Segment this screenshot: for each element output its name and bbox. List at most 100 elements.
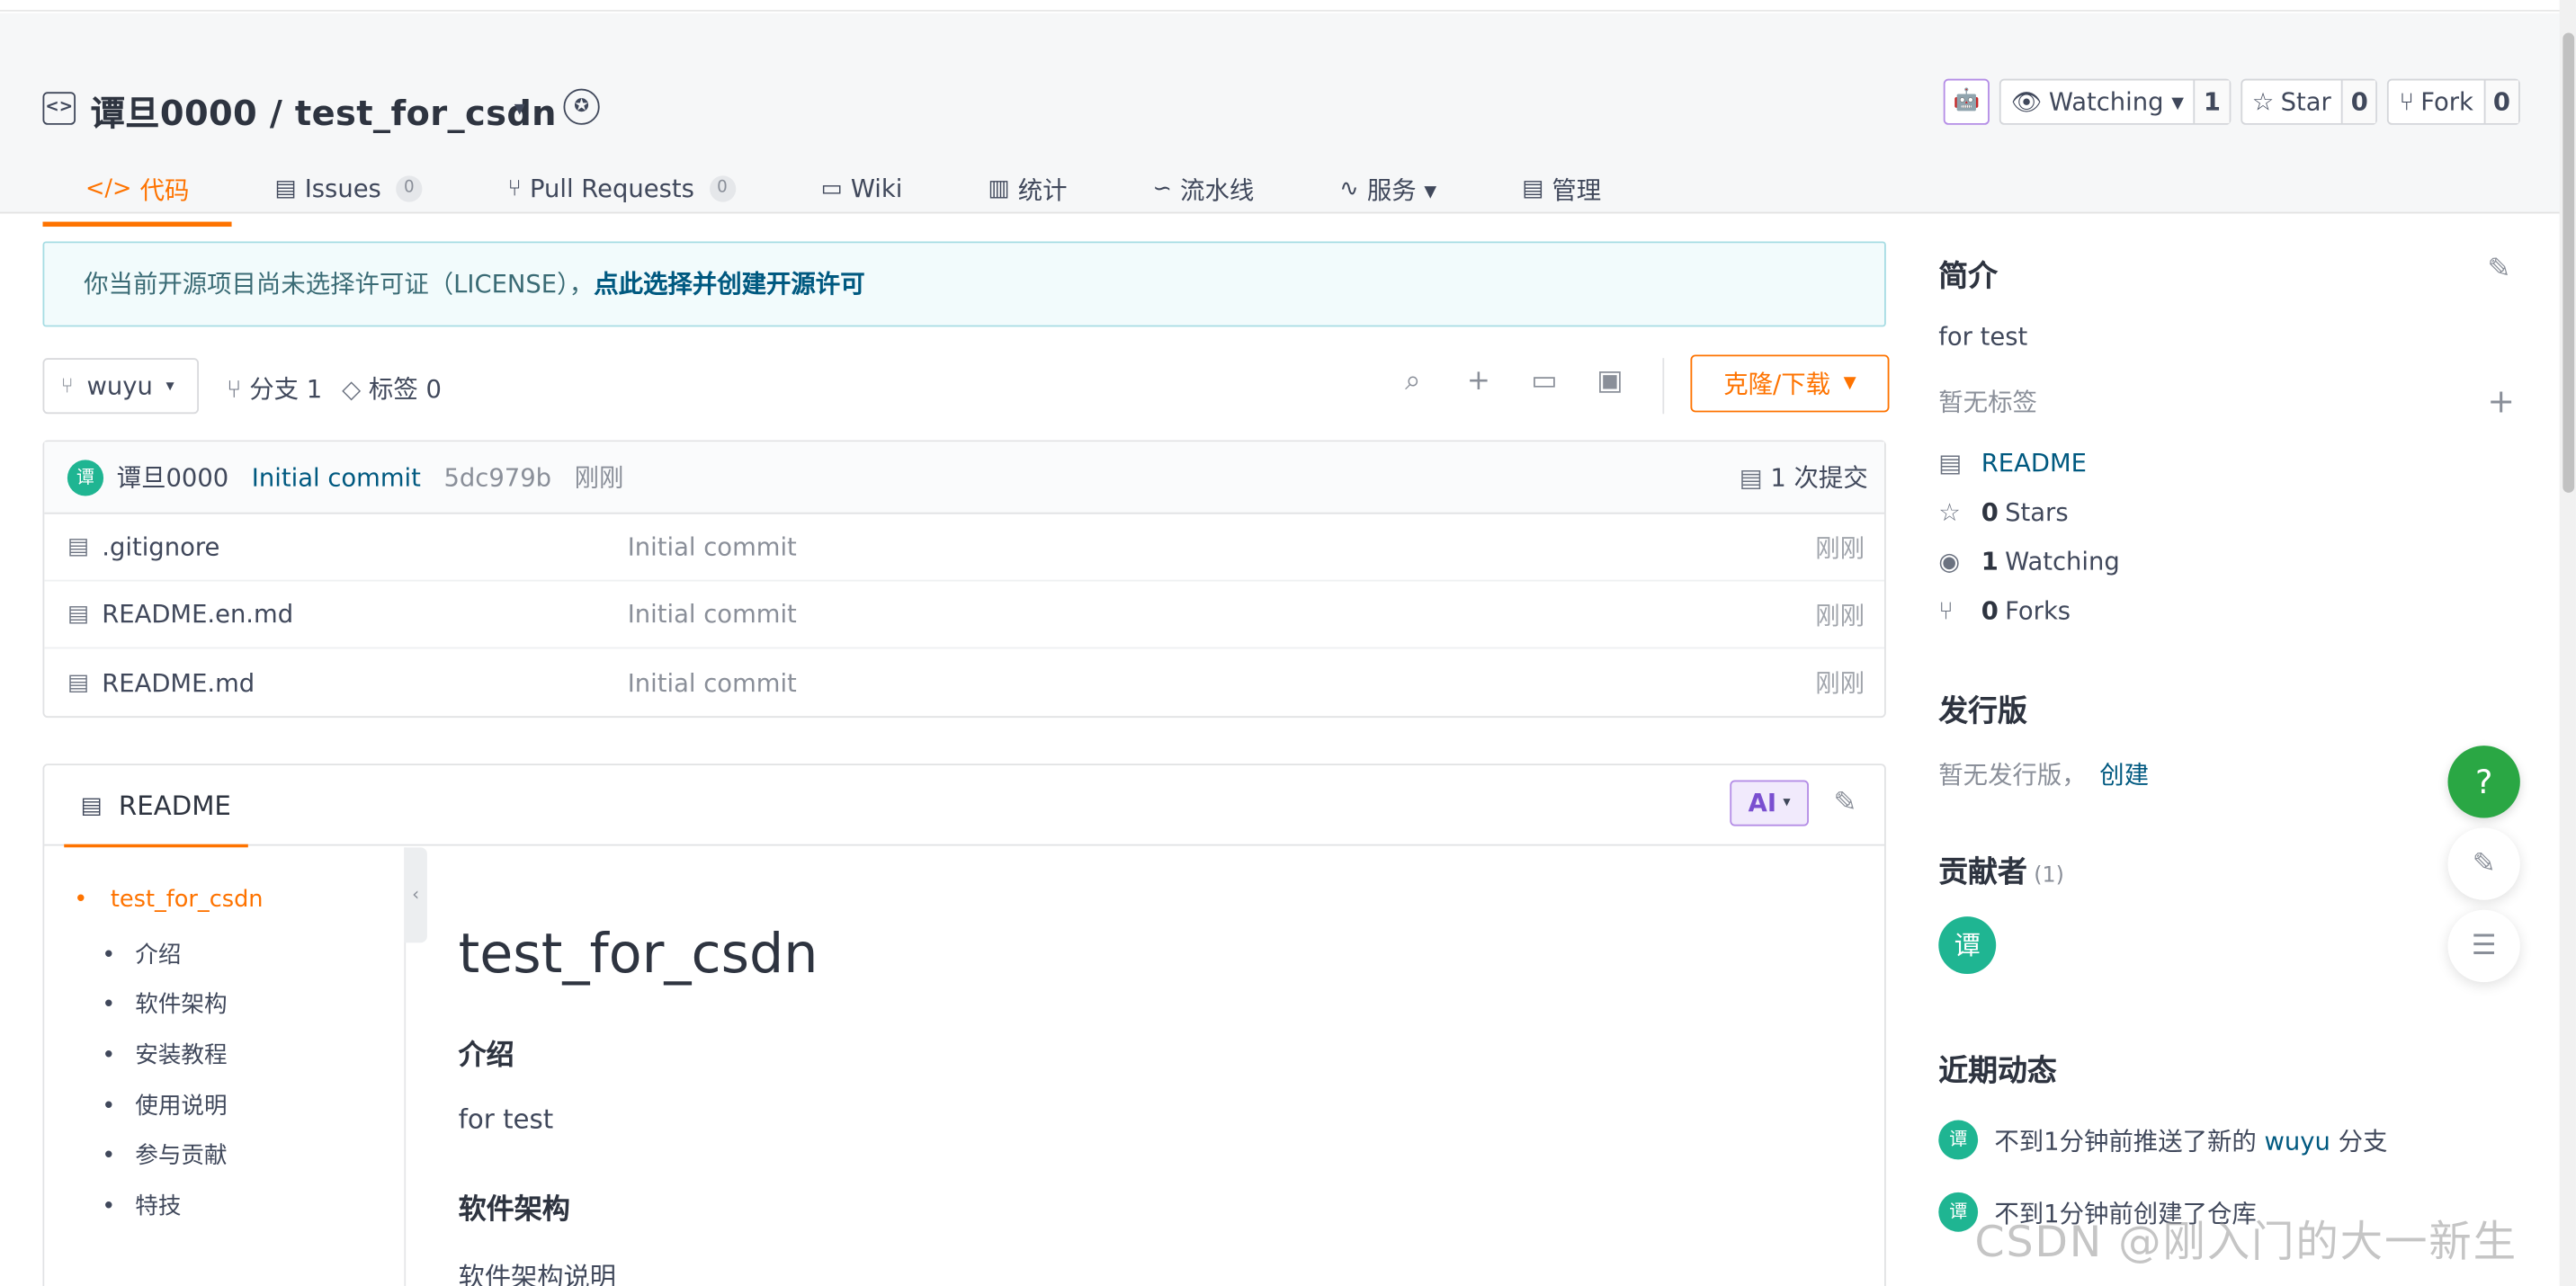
star-count[interactable]: 0 xyxy=(2340,80,2376,123)
branch-selector[interactable]: ⑂ wuyu ▾ xyxy=(42,358,200,415)
file-commit-message[interactable]: Initial commit xyxy=(628,532,797,562)
stars-row[interactable]: ☆ 0 Stars xyxy=(1938,497,2068,527)
toc-item[interactable]: 介绍 xyxy=(102,938,181,971)
tab-label: Issues xyxy=(304,174,381,204)
branch-link[interactable]: wuyu xyxy=(2265,1126,2330,1156)
intro-title: 简介 xyxy=(1938,259,1999,294)
commit-message[interactable]: Initial commit xyxy=(252,462,421,492)
readme-heading: test_for_csdn xyxy=(458,921,818,986)
readme-tab-label: README xyxy=(118,790,231,822)
caret-down-icon: ▼ xyxy=(1843,374,1856,393)
forks-label: Forks xyxy=(2005,595,2071,626)
clone-download-button[interactable]: 克隆/下载 ▼ xyxy=(1690,354,1890,413)
table-row[interactable]: ▤ .gitignore Initial commit 刚刚 xyxy=(44,514,1884,582)
monitor-icon[interactable]: ▭ xyxy=(1528,364,1561,397)
readme-link-row[interactable]: ▤ README xyxy=(1938,449,2087,478)
avatar[interactable]: 谭 xyxy=(1938,1120,1979,1160)
watch-button[interactable]: 👁 Watching ▾ 1 xyxy=(1999,78,2231,125)
watching-row[interactable]: ◉ 1 Watching xyxy=(1938,547,2120,576)
tab-issues[interactable]: ▤ Issues 0 xyxy=(232,151,465,227)
no-tags-text: 暂无标签 xyxy=(1938,388,2037,417)
forks-count: 0 xyxy=(1981,595,1999,626)
forks-row[interactable]: ⑂ 0 Forks xyxy=(1938,596,2071,626)
table-row[interactable]: ▤ README.md Initial commit 刚刚 xyxy=(44,648,1884,716)
file-name[interactable]: README.en.md xyxy=(102,600,293,630)
add-tag-icon[interactable]: + xyxy=(2487,381,2515,421)
feedback-edit-icon[interactable]: ✎ xyxy=(2447,827,2520,900)
tab-services[interactable]: ∿ 服务 ▾ xyxy=(1297,151,1480,227)
file-commit-message[interactable]: Initial commit xyxy=(628,667,797,697)
avatar[interactable]: 谭 xyxy=(1938,1192,1979,1232)
clone-label: 克隆/下载 xyxy=(1723,369,1831,399)
fork-count[interactable]: 0 xyxy=(2482,80,2519,123)
watch-count[interactable]: 1 xyxy=(2193,80,2230,123)
file-name[interactable]: .gitignore xyxy=(102,532,219,562)
commit-count-link[interactable]: ▤ 1 次提交 xyxy=(1740,460,1868,494)
help-button[interactable]: ? xyxy=(2447,746,2520,818)
license-notice-text: 你当前开源项目尚未选择许可证（LICENSE）， xyxy=(84,269,595,299)
activity-prefix: 不到1分钟前推送了新的 xyxy=(1994,1125,2257,1156)
avatar[interactable]: 谭 xyxy=(1938,916,1997,974)
pulse-icon: ∿ xyxy=(1339,175,1359,202)
tab-label: Pull Requests xyxy=(529,174,694,204)
fork-button[interactable]: ⑂ Fork 0 xyxy=(2387,78,2520,125)
toc-item[interactable]: 使用说明 xyxy=(102,1089,227,1122)
toc-item[interactable]: 参与贡献 xyxy=(102,1139,227,1172)
star-button[interactable]: ☆ Star 0 xyxy=(2240,78,2378,125)
edit-icon[interactable]: ✎ xyxy=(2487,253,2510,286)
activity-title: 近期动态 xyxy=(1938,1054,2057,1089)
search-icon[interactable]: ⌕ xyxy=(1397,364,1430,397)
file-commit-message[interactable]: Initial commit xyxy=(628,600,797,630)
commit-author[interactable]: 谭旦0000 xyxy=(117,460,229,494)
robot-icon[interactable]: 🤖 xyxy=(1943,78,1990,125)
create-release-link[interactable]: 创建 xyxy=(2099,761,2149,790)
table-row[interactable]: ▤ README.en.md Initial commit 刚刚 xyxy=(44,582,1884,649)
edit-icon[interactable]: ✎ xyxy=(1833,787,1856,820)
tag-icon: ◇ xyxy=(342,374,362,405)
readme-tab[interactable]: ▤ README xyxy=(64,765,247,848)
license-notice: 你当前开源项目尚未选择许可证（LICENSE），点此选择并创建开源许可 xyxy=(42,241,1886,327)
toc-item[interactable]: 安装教程 xyxy=(102,1038,227,1071)
readme-link[interactable]: README xyxy=(1981,449,2087,478)
chat-icon[interactable]: ☰ xyxy=(2447,909,2520,983)
tab-code[interactable]: </> 代码 xyxy=(42,151,233,228)
award-badge-icon[interactable]: ✪ xyxy=(563,88,600,125)
fork-label: Fork xyxy=(2420,86,2473,117)
branch-icon: ⑂ xyxy=(60,373,74,398)
tags-link[interactable]: ◇ 标签 0 xyxy=(342,371,442,406)
fork-icon: ⑂ xyxy=(1938,595,1954,626)
tab-pipeline[interactable]: ∽ 流水线 xyxy=(1110,151,1297,227)
file-icon: ▤ xyxy=(67,669,90,696)
readme-header: ▤ README AI ▾ ✎ xyxy=(44,765,1884,848)
plus-icon[interactable]: + xyxy=(1462,364,1496,397)
collapse-toc-handle[interactable]: ‹ xyxy=(404,847,427,943)
code-brackets-icon: <> xyxy=(42,92,76,125)
repo-title[interactable]: 谭旦0000 / test_for_csdn xyxy=(90,87,556,137)
tab-wiki[interactable]: ▭ Wiki xyxy=(778,151,945,227)
branch-name: wuyu xyxy=(86,371,153,401)
chevron-down-icon[interactable]: ▾ xyxy=(514,97,525,121)
avatar[interactable]: 谭 xyxy=(67,459,104,496)
file-name[interactable]: README.md xyxy=(102,667,255,697)
repo-action-buttons: 🤖 👁 Watching ▾ 1 ☆ Star 0 ⑂ Fork 0 xyxy=(1943,78,2520,125)
issues-icon: ▤ xyxy=(274,175,297,202)
branches-link[interactable]: ⑂ 分支 1 xyxy=(227,371,322,406)
repo-header: <> 谭旦0000 / test_for_csdn ▾ ✪ 🤖 👁 Watchin… xyxy=(0,13,2576,228)
readme-icon: ▤ xyxy=(1938,448,1963,478)
scrollbar-thumb[interactable] xyxy=(2563,32,2575,493)
tab-pull-requests[interactable]: ⑂ Pull Requests 0 xyxy=(465,151,778,227)
commit-sha[interactable]: 5dc979b xyxy=(443,462,551,492)
toc-item[interactable]: 软件架构 xyxy=(102,987,227,1021)
browser-top-edge xyxy=(0,0,2576,12)
toc-item[interactable]: 特技 xyxy=(102,1189,181,1222)
create-license-link[interactable]: 点此选择并创建开源许可 xyxy=(594,270,864,299)
watch-label: Watching ▾ xyxy=(2048,86,2185,117)
toc-item[interactable]: test_for_csdn xyxy=(74,887,264,913)
tab-stats[interactable]: ▥ 统计 xyxy=(945,151,1110,227)
ai-assistant-button[interactable]: AI ▾ xyxy=(1730,780,1809,826)
web-ide-icon[interactable]: ▣ xyxy=(1594,364,1627,397)
divider xyxy=(1662,358,1665,415)
file-tools: ⌕ + ▭ ▣ xyxy=(1397,364,1627,397)
caret-down-icon: ▾ xyxy=(1783,794,1791,812)
tab-manage[interactable]: ▤ 管理 xyxy=(1480,151,1644,227)
